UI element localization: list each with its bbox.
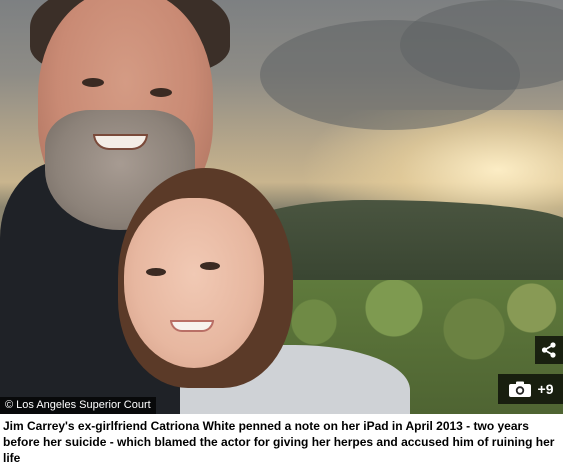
share-button[interactable] xyxy=(535,336,563,364)
woman-eye xyxy=(146,268,166,276)
photo-caption: Jim Carrey's ex-girlfriend Catriona Whit… xyxy=(3,419,555,465)
man-eye xyxy=(82,78,104,87)
gallery-count: +9 xyxy=(537,381,554,397)
article-photo[interactable]: © Los Angeles Superior Court +9 xyxy=(0,0,563,414)
camera-icon xyxy=(508,381,531,397)
copyright-credit: © Los Angeles Superior Court xyxy=(0,397,156,414)
man-smile xyxy=(93,134,148,150)
woman-face xyxy=(124,198,264,368)
share-icon xyxy=(541,342,556,358)
man-eye xyxy=(150,88,172,97)
gallery-button[interactable]: +9 xyxy=(498,374,563,404)
woman-eye xyxy=(200,262,220,270)
woman-smile xyxy=(170,320,214,332)
